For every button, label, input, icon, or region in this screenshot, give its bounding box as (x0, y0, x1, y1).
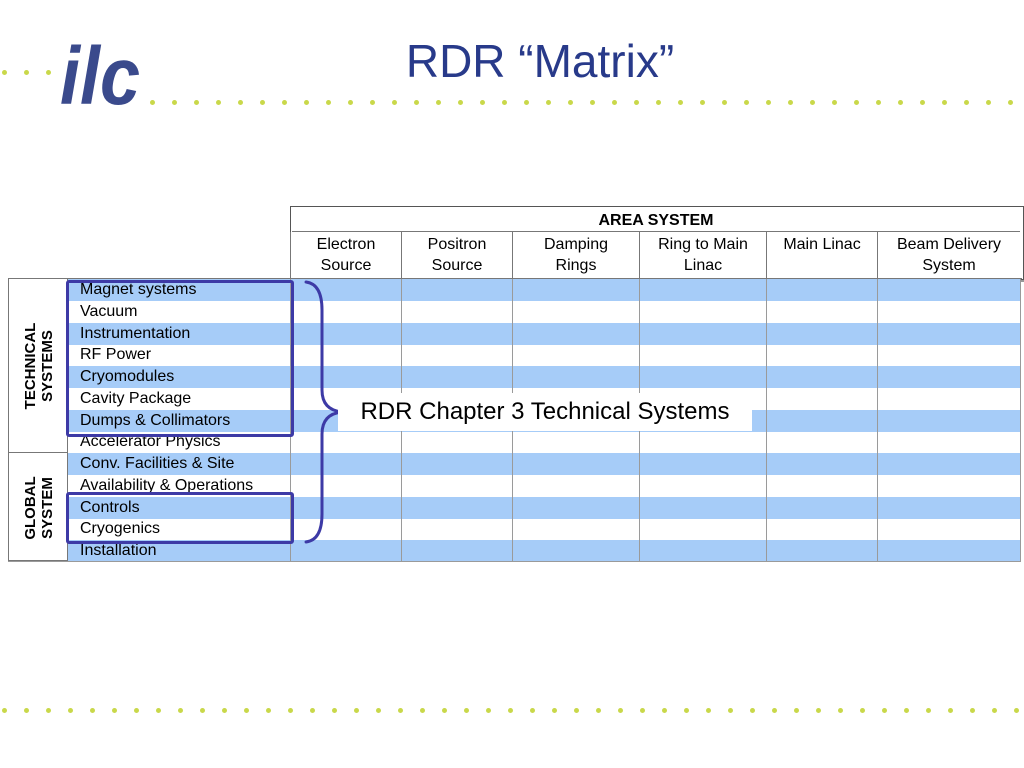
chapter-callout: RDR Chapter 3 Technical Systems (338, 393, 752, 431)
row-band (290, 366, 1020, 388)
group-label-technical-systems: TECHNICAL SYSTEMS (22, 322, 56, 410)
grid-line (877, 278, 878, 562)
grid-line (1020, 278, 1021, 562)
column-header-positron-source: Positron Source (401, 232, 512, 278)
row-label-conv-facilities: Conv. Facilities & Site (80, 455, 235, 472)
group-divider (8, 452, 68, 453)
column-header-main-linac: Main Linac (766, 232, 877, 278)
column-header-ring-to-main-linac: Ring to Main Linac (639, 232, 766, 278)
row-band (290, 453, 1020, 475)
technical-highlight-box (66, 280, 294, 437)
area-system-title: AREA SYSTEM (598, 212, 714, 229)
global-highlight-box (66, 492, 294, 544)
row-band (290, 497, 1020, 519)
row-band (290, 323, 1020, 345)
column-header-electron-source: Electron Source (290, 232, 401, 278)
table-bottom-line (8, 561, 1020, 562)
row-band (290, 540, 1020, 562)
column-header-damping-rings: Damping Rings (512, 232, 639, 278)
group-label-global-system: GLOBAL SYSTEM (22, 476, 56, 540)
row-band (290, 279, 1020, 301)
column-header-beam-delivery-system: Beam Delivery System (877, 232, 1020, 278)
rdr-matrix: AREA SYSTEM Electron Source Positron Sourc… (0, 0, 1024, 768)
grid-line (766, 278, 767, 562)
